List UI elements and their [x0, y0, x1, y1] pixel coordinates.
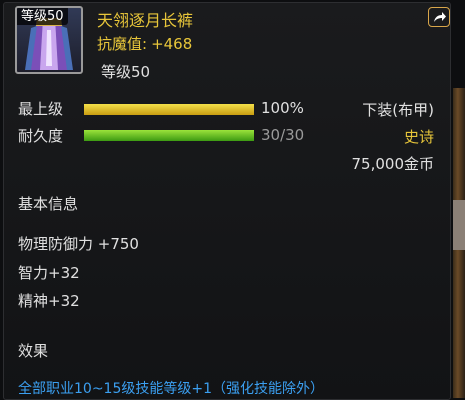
share-button[interactable] [428, 7, 450, 27]
durability-bar-fill [84, 130, 254, 141]
quality-value: 100% [261, 99, 304, 117]
quality-label: 最上级 [18, 100, 64, 118]
quality-bar [84, 104, 254, 115]
quality-bar-fill [84, 104, 254, 115]
stat-intelligence: 智力+32 [18, 264, 80, 282]
magic-resist-value: +468 [151, 35, 193, 53]
magic-resist-label: 抗魔值: [97, 35, 148, 53]
basic-info-title: 基本信息 [18, 195, 79, 213]
item-level-badge: 等级50 [17, 8, 68, 25]
durability-label: 耐久度 [18, 127, 64, 145]
item-name: 天翎逐月长裤 [97, 11, 194, 30]
background-scene-edge-light [453, 200, 465, 250]
effect-title: 效果 [18, 342, 49, 360]
price-label: 75,000金币 [351, 155, 435, 173]
durability-value: 30/30 [261, 126, 305, 144]
share-icon [434, 12, 446, 22]
item-level-text: 等级50 [101, 63, 151, 81]
item-tooltip: 等级50 天翎逐月长裤 抗魔值: +468 等级50 最上级 100% 下装(布甲… [3, 2, 451, 400]
durability-bar [84, 130, 254, 141]
stat-spirit: 精神+32 [18, 292, 80, 310]
stat-physical-defense: 物理防御力 +750 [18, 235, 139, 253]
magic-resist-stat: 抗魔值: +468 [97, 33, 192, 54]
item-icon: 等级50 [15, 6, 83, 74]
effect-text: 全部职业10~15级技能等级+1（强化技能除外） [18, 381, 324, 397]
rarity-label: 史诗 [403, 128, 434, 146]
equipment-slot: 下装(布甲) [362, 101, 434, 119]
